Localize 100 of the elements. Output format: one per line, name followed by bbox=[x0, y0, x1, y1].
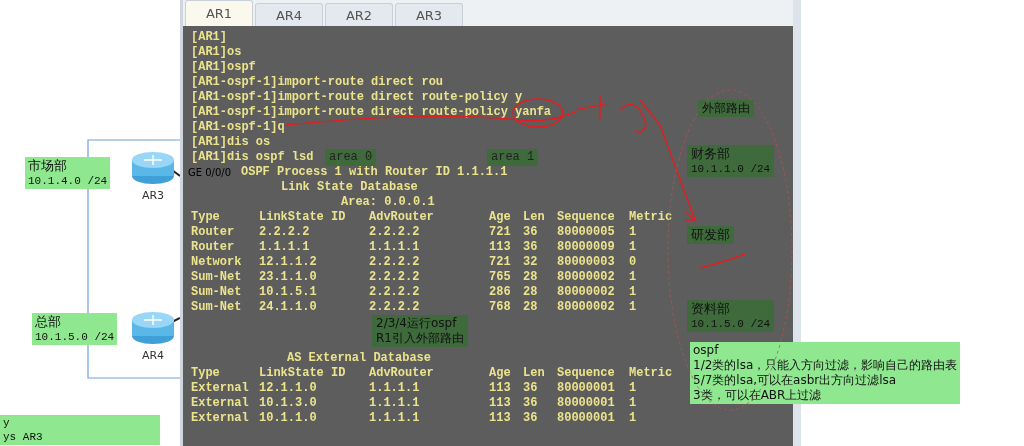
command-line: [AR1-ospf-1]import-route direct route-policy y bbox=[191, 90, 523, 105]
command-line: [AR1-ospf-1]q bbox=[191, 120, 285, 135]
lsa-cell-text: 80000002 bbox=[557, 300, 616, 315]
device-tab[interactable]: AR2 bbox=[325, 3, 393, 26]
column-header: AdvRouter bbox=[369, 366, 435, 381]
lsa-cell-text: 36 bbox=[523, 240, 539, 255]
column-header: Age bbox=[489, 366, 512, 381]
lsa-cell-text: 2.2.2.2 bbox=[369, 255, 421, 270]
lsa-cell-text: 765 bbox=[489, 270, 512, 285]
lsa-cell-text: 1.1.1.1 bbox=[369, 240, 421, 255]
router-icon bbox=[130, 150, 176, 186]
subnet-address: 10.1.5.0 /24 bbox=[691, 317, 771, 331]
lsa-cell-text: 1 bbox=[629, 300, 638, 315]
lsdb-title: OSPF Process 1 with Router ID 1.1.1.1 bbox=[241, 165, 508, 180]
external-cell-text: 113 bbox=[489, 396, 512, 411]
lsa-cell-text: 80000002 bbox=[557, 270, 616, 285]
command-line: [AR1]dis ospf lsd bbox=[191, 150, 314, 165]
column-header: AdvRouter bbox=[369, 210, 435, 225]
lsa-cell-text: 24.1.1.0 bbox=[259, 300, 318, 315]
column-header: Sequence bbox=[557, 210, 616, 225]
external-cell-text: 80000001 bbox=[557, 411, 616, 426]
column-header: LinkState ID bbox=[259, 210, 347, 225]
command-line: [AR1-ospf-1]import-route direct route-policy yanfa bbox=[191, 105, 552, 120]
lsa-cell-text: 36 bbox=[523, 225, 539, 240]
lsa-cell-text: 28 bbox=[523, 300, 539, 315]
interface-label: GE 0/0/0 bbox=[188, 167, 232, 178]
lsa-cell-text: Sum-Net bbox=[191, 285, 243, 300]
department-name: 财务部 bbox=[691, 146, 731, 162]
lsa-cell-text: 1 bbox=[629, 240, 638, 255]
note-line: R1引入外部路由 bbox=[376, 331, 464, 346]
subnet-address: 10.1.4.0 /24 bbox=[28, 174, 108, 188]
lsa-cell-text: Sum-Net bbox=[191, 300, 243, 315]
column-header: Len bbox=[523, 210, 546, 225]
lsa-cell-text: 2.2.2.2 bbox=[259, 225, 311, 240]
area-label: area 0 bbox=[325, 149, 377, 166]
subnet-address: 10.1.1.0 /24 bbox=[691, 162, 771, 176]
external-cell-text: 36 bbox=[523, 381, 539, 396]
lsa-cell-text: 0 bbox=[629, 255, 638, 270]
note-line: 1/2类的lsa，只能入方向过滤，影响自己的路由表 bbox=[693, 358, 958, 373]
external-cell-text: 1.1.1.1 bbox=[369, 396, 421, 411]
lsa-cell-text: 2.2.2.2 bbox=[369, 270, 421, 285]
external-cell-text: 80000001 bbox=[557, 381, 616, 396]
lsa-cell-text: 80000003 bbox=[557, 255, 616, 270]
lsa-cell-text: 28 bbox=[523, 285, 539, 300]
command-line: [AR1]os bbox=[191, 45, 242, 60]
column-header: Type bbox=[191, 210, 221, 225]
external-routes-heading: 外部路由 bbox=[698, 100, 754, 117]
note-line: 5/7类的lsa,可以在asbr出方向过滤lsa bbox=[693, 373, 898, 388]
device-tab[interactable]: AR3 bbox=[395, 3, 463, 26]
department-name: 研发部 bbox=[691, 227, 730, 243]
external-cell-text: 36 bbox=[523, 396, 539, 411]
external-cell-text: 80000001 bbox=[557, 396, 616, 411]
lsa-cell-text: 28 bbox=[523, 270, 539, 285]
external-cell-text: External bbox=[191, 381, 250, 396]
command-line: [AR1]ospf bbox=[191, 60, 256, 75]
lsa-cell-text: Router bbox=[191, 225, 236, 240]
lsa-cell-text: 721 bbox=[489, 255, 512, 270]
external-cell-text: 113 bbox=[489, 411, 512, 426]
note-line: ys AR3 bbox=[3, 430, 44, 444]
lsa-cell-text: 1.1.1.1 bbox=[259, 240, 311, 255]
column-header: Metric bbox=[629, 366, 674, 381]
lsa-cell-text: 80000005 bbox=[557, 225, 616, 240]
lsa-cell-text: 2.2.2.2 bbox=[369, 285, 421, 300]
device-tab[interactable]: AR4 bbox=[255, 3, 323, 26]
external-cell-text: 10.1.1.0 bbox=[259, 411, 318, 426]
lsa-cell-text: 80000009 bbox=[557, 240, 616, 255]
external-cell-text: External bbox=[191, 411, 250, 426]
command-line: [AR1] bbox=[191, 30, 227, 45]
external-title: AS External Database bbox=[287, 351, 432, 366]
external-cell-text: 1 bbox=[629, 411, 638, 426]
note-line: 2/3/4运行ospf bbox=[376, 316, 458, 331]
external-cell-text: 36 bbox=[523, 411, 539, 426]
lsa-cell-text: 768 bbox=[489, 300, 512, 315]
column-header: Metric bbox=[629, 210, 674, 225]
column-header: Type bbox=[191, 366, 221, 381]
lsa-cell-text: 32 bbox=[523, 255, 539, 270]
external-cell-text: 1.1.1.1 bbox=[369, 411, 421, 426]
area-label: area 1 bbox=[487, 149, 539, 166]
lsa-cell-text: 286 bbox=[489, 285, 512, 300]
external-cell-text: 10.1.3.0 bbox=[259, 396, 318, 411]
subnet-address: 10.1.5.0 /24 bbox=[35, 330, 115, 344]
external-cell-text: 1.1.1.1 bbox=[369, 381, 421, 396]
lsa-cell-text: 10.1.5.1 bbox=[259, 285, 318, 300]
column-header: Len bbox=[523, 366, 546, 381]
lsa-cell-text: Router bbox=[191, 240, 236, 255]
column-header: Age bbox=[489, 210, 512, 225]
note-line: ospf bbox=[693, 343, 720, 358]
column-header: Sequence bbox=[557, 366, 616, 381]
column-header: LinkState ID bbox=[259, 366, 347, 381]
router-name: AR3 bbox=[141, 189, 165, 202]
lsa-cell-text: 721 bbox=[489, 225, 512, 240]
lsa-cell-text: 2.2.2.2 bbox=[369, 300, 421, 315]
external-cell-text: External bbox=[191, 396, 250, 411]
lsa-cell-text: 1 bbox=[629, 225, 638, 240]
lsa-cell-text: Sum-Net bbox=[191, 270, 243, 285]
lsa-cell-text: 113 bbox=[489, 240, 512, 255]
router-icon bbox=[130, 310, 176, 346]
lsa-cell-text: 1 bbox=[629, 270, 638, 285]
lsdb-subtitle: Link State Database bbox=[281, 180, 418, 195]
device-tab[interactable]: AR1 bbox=[185, 0, 253, 26]
